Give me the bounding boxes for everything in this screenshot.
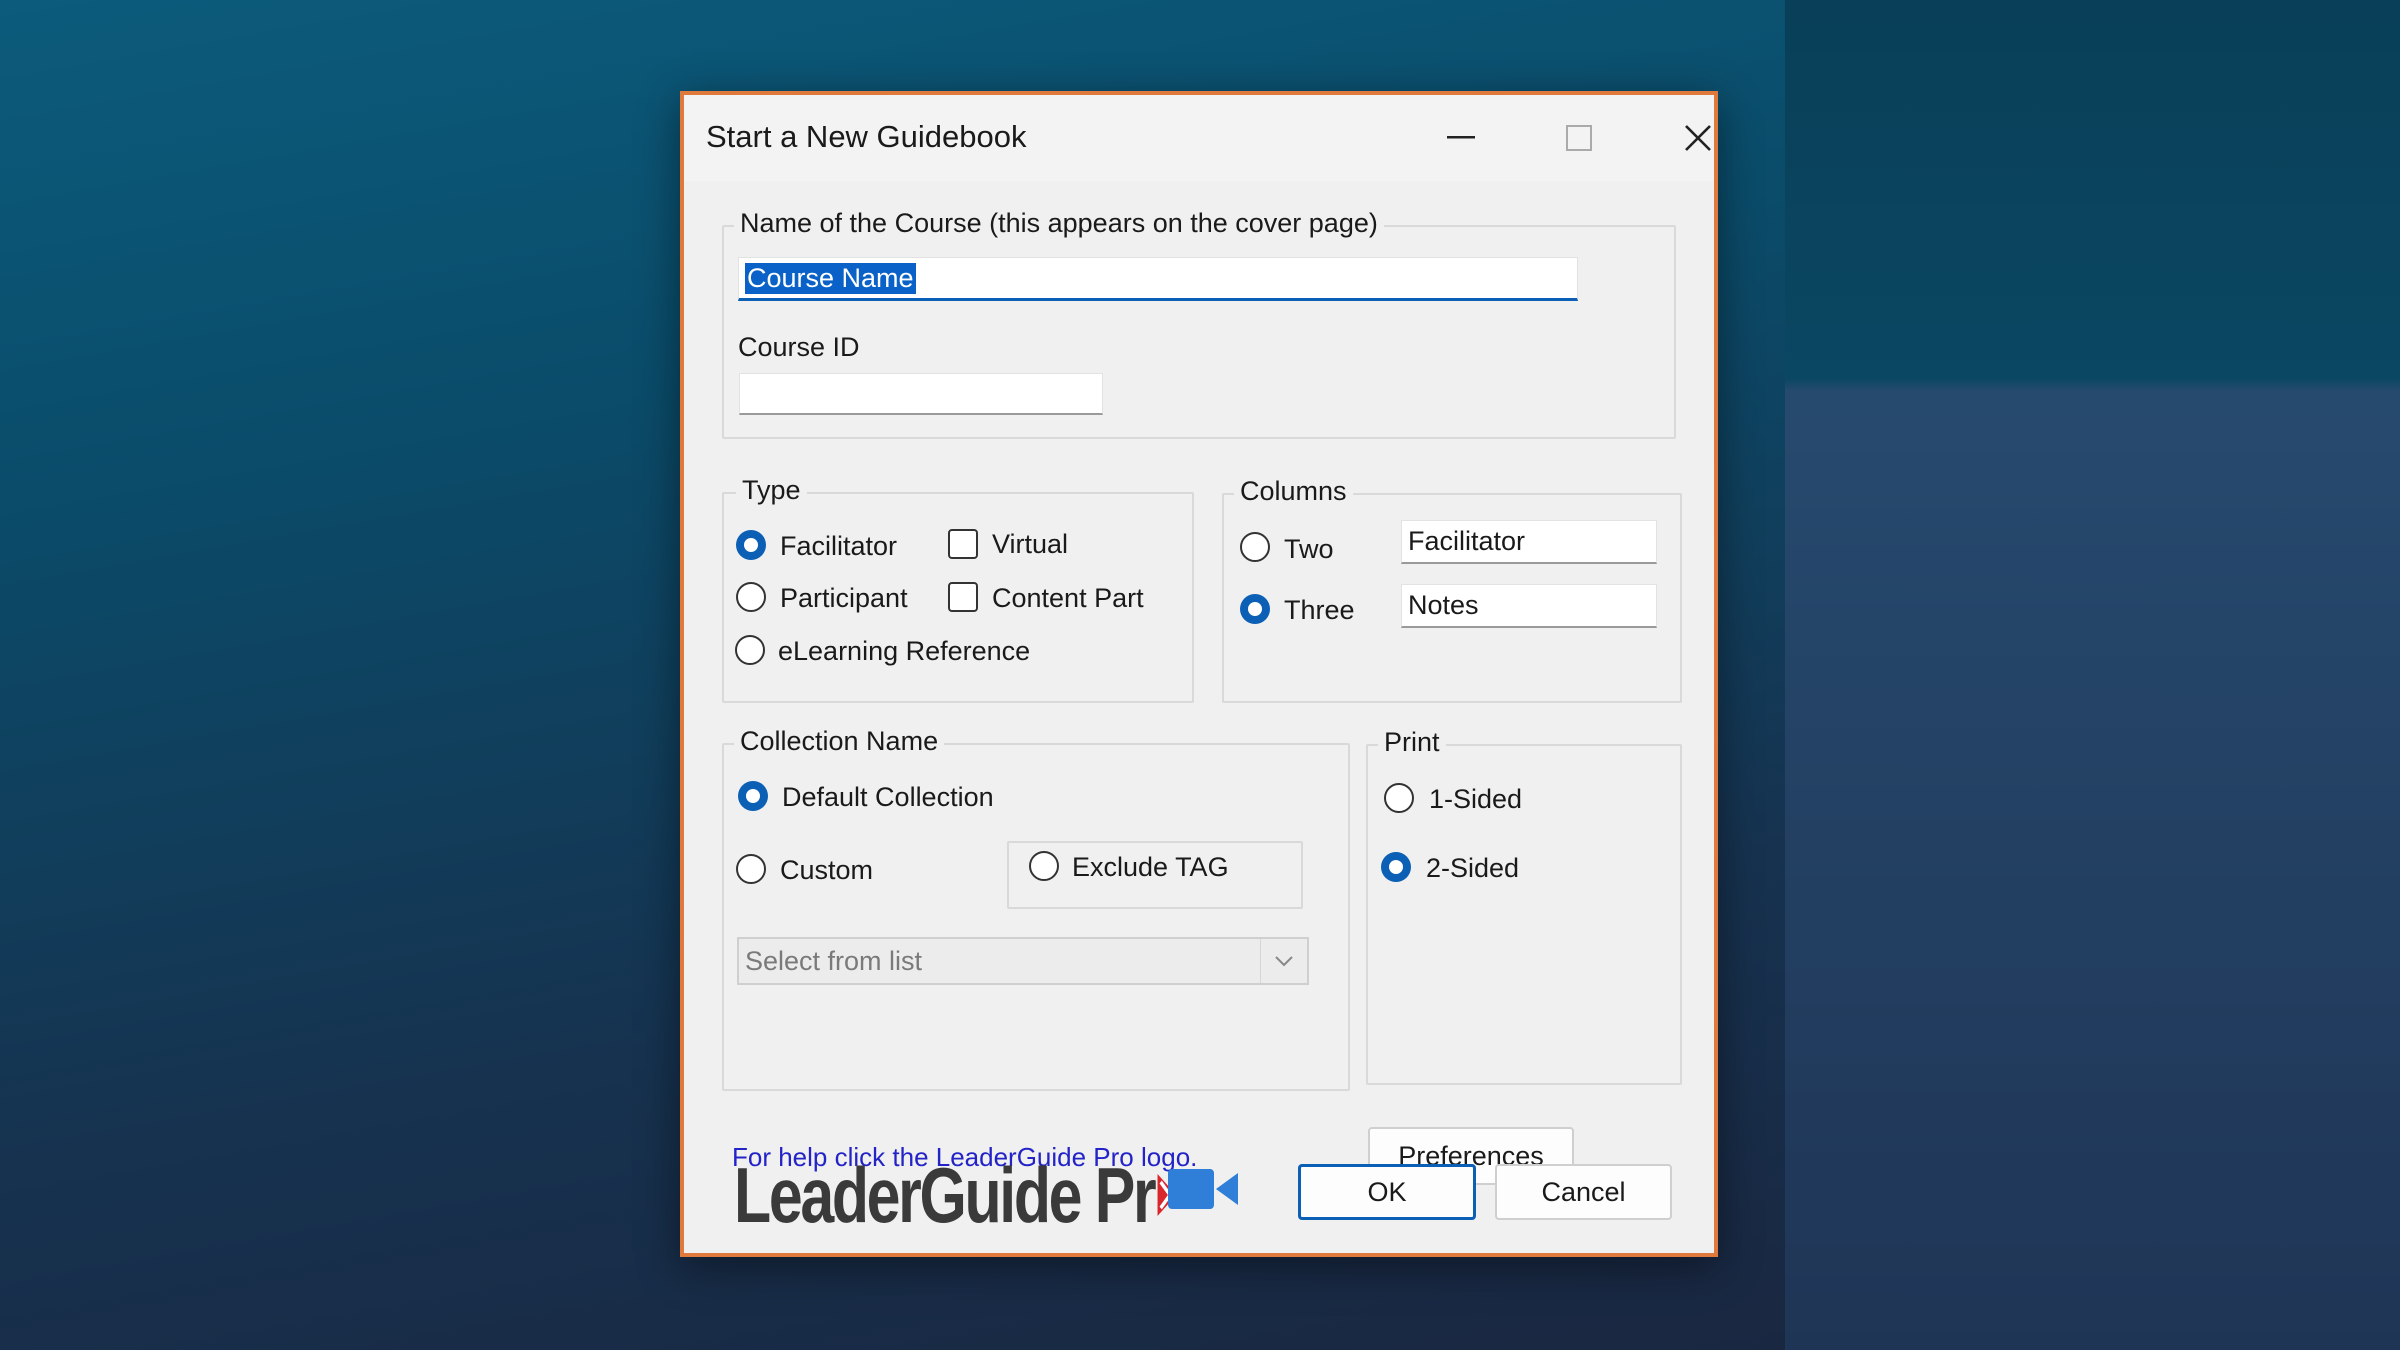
collection-group-label: Collection Name (734, 726, 945, 757)
type-group-label: Type (736, 475, 807, 506)
default-collection-label: Default Collection (782, 782, 994, 812)
content-part-label: Content Part (992, 583, 1144, 613)
new-guidebook-dialog: Start a New Guidebook Name of the Course… (680, 91, 1718, 1257)
columns-group-label: Columns (1234, 476, 1353, 507)
print-group-label: Print (1378, 727, 1446, 758)
minimize-icon (1447, 136, 1475, 139)
course-id-label: Course ID (738, 332, 860, 362)
cancel-button[interactable]: Cancel (1495, 1164, 1672, 1220)
default-collection-radio[interactable] (738, 781, 768, 811)
exclude-tag-label: Exclude TAG (1072, 852, 1229, 882)
course-name-value: Course Name (745, 262, 916, 294)
video-camera-icon[interactable] (1166, 1163, 1242, 1215)
exclude-tag-radio[interactable] (1029, 851, 1059, 881)
virtual-label: Virtual (992, 529, 1069, 559)
two-sided-radio[interactable] (1381, 852, 1411, 882)
chevron-down-icon (1260, 939, 1307, 983)
one-sided-label: 1-Sided (1429, 784, 1523, 814)
facilitator-label: Facilitator (780, 531, 898, 561)
column-two-heading-input[interactable]: Facilitator (1401, 520, 1657, 564)
close-icon (1685, 125, 1711, 151)
desktop-background-right (1785, 0, 2400, 1350)
elearning-reference-label: eLearning Reference (778, 636, 1031, 666)
custom-collection-radio[interactable] (736, 854, 766, 884)
collection-select-placeholder: Select from list (745, 945, 923, 976)
course-id-input[interactable] (739, 373, 1103, 415)
facilitator-radio[interactable] (736, 530, 766, 560)
custom-collection-label: Custom (780, 855, 874, 885)
ok-button[interactable]: OK (1298, 1164, 1476, 1220)
participant-label: Participant (780, 583, 908, 613)
virtual-checkbox[interactable] (948, 529, 978, 559)
content-part-checkbox[interactable] (948, 582, 978, 612)
leaderguide-pro-logo[interactable]: LeaderGuide Pr (734, 1151, 1179, 1239)
column-three-heading-input[interactable]: Notes (1401, 584, 1657, 628)
three-columns-label: Three (1284, 595, 1355, 625)
maximize-button[interactable] (1539, 109, 1619, 167)
close-button[interactable] (1658, 109, 1738, 167)
two-columns-label: Two (1284, 534, 1334, 564)
logo-text: LeaderGuide Pr (734, 1150, 1157, 1239)
collection-select[interactable]: Select from list (737, 937, 1309, 985)
participant-radio[interactable] (736, 582, 766, 612)
two-sided-label: 2-Sided (1426, 853, 1520, 883)
one-sided-radio[interactable] (1384, 783, 1414, 813)
minimize-button[interactable] (1421, 109, 1501, 167)
dialog-title: Start a New Guidebook (706, 119, 1027, 154)
maximize-icon (1566, 125, 1592, 151)
course-group-label: Name of the Course (this appears on the … (734, 208, 1384, 239)
course-name-input[interactable]: Course Name (738, 257, 1578, 301)
two-columns-radio[interactable] (1240, 532, 1270, 562)
elearning-reference-radio[interactable] (735, 635, 765, 665)
three-columns-radio[interactable] (1240, 594, 1270, 624)
title-bar: Start a New Guidebook (684, 95, 1714, 181)
